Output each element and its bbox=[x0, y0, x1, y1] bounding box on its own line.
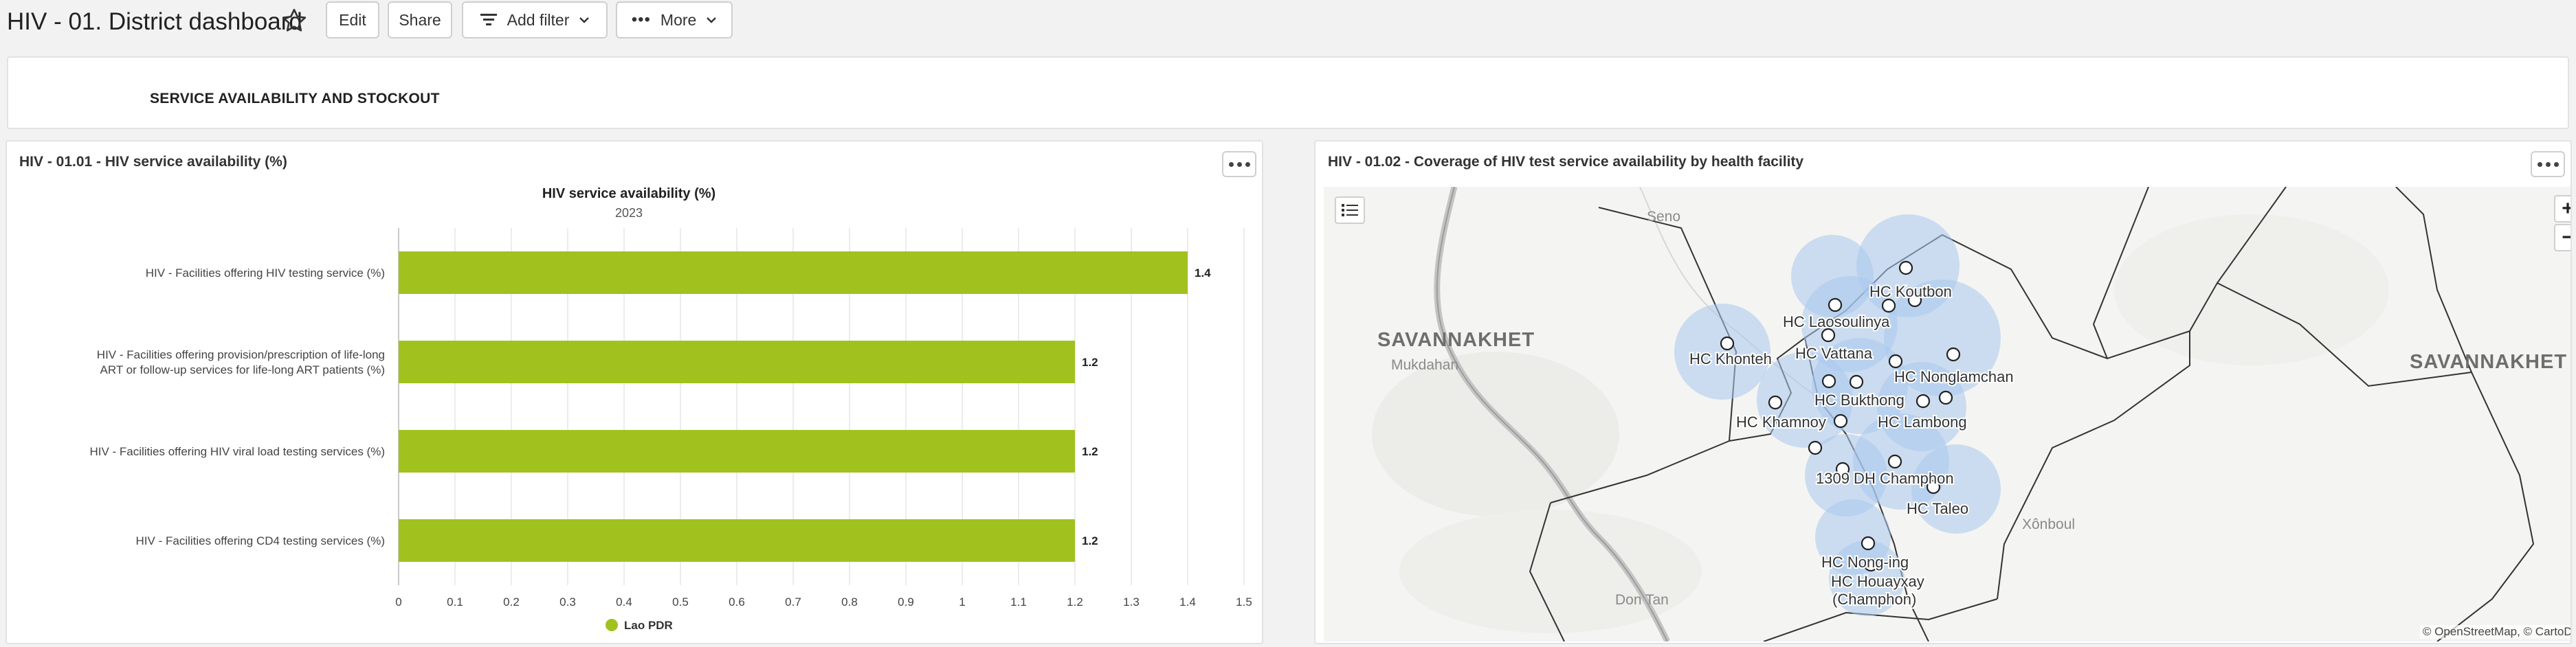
list-icon bbox=[1342, 204, 1358, 216]
svg-text:SAVANNAKHET: SAVANNAKHET bbox=[2410, 351, 2567, 373]
svg-text:(Champhon): (Champhon) bbox=[1832, 591, 1916, 608]
svg-text:Mukdahan: Mukdahan bbox=[1391, 357, 1458, 373]
svg-text:SAVANNAKHET: SAVANNAKHET bbox=[1377, 329, 1535, 351]
more-dots-icon: ••• bbox=[631, 10, 651, 29]
zoom-out-button[interactable]: − bbox=[2554, 224, 2571, 251]
bar bbox=[399, 251, 1188, 294]
add-filter-label: Add filter bbox=[507, 10, 570, 29]
filter-icon bbox=[480, 14, 497, 25]
bar-value-label: 1.2 bbox=[1082, 534, 1098, 547]
chart-card: HIV - 01.01 - HIV service availability (… bbox=[5, 140, 1263, 644]
x-tick-label: 1.2 bbox=[1067, 595, 1083, 609]
chevron-down-icon bbox=[579, 17, 590, 23]
x-tick-label: 0.2 bbox=[503, 595, 520, 609]
x-tick-label: 1.5 bbox=[1236, 595, 1252, 609]
category-label: HIV - Facilities offering HIV viral load… bbox=[89, 445, 385, 458]
svg-text:HC Houayxay: HC Houayxay bbox=[1831, 573, 1924, 590]
category-label: HIV - Facilities offering HIV testing se… bbox=[146, 266, 385, 280]
more-label: More bbox=[660, 10, 697, 29]
svg-text:HC Khonteh: HC Khonteh bbox=[1689, 350, 1772, 367]
bar bbox=[399, 430, 1075, 473]
svg-text:Seno: Seno bbox=[1647, 209, 1680, 225]
svg-text:Don Tan: Don Tan bbox=[1615, 592, 1669, 608]
x-tick-label: 0.3 bbox=[559, 595, 576, 609]
bar bbox=[399, 341, 1075, 383]
edit-button-label: Edit bbox=[339, 10, 366, 29]
map-legend-button[interactable] bbox=[1335, 196, 1365, 224]
x-tick-label: 1.3 bbox=[1123, 595, 1140, 609]
x-tick-label: 1.1 bbox=[1010, 595, 1027, 609]
share-button[interactable]: Share bbox=[388, 1, 452, 38]
legend-swatch bbox=[606, 619, 618, 631]
legend-label: Lao PDR bbox=[624, 619, 673, 632]
bar-value-label: 1.4 bbox=[1195, 266, 1211, 280]
x-tick-label: 1.4 bbox=[1179, 595, 1196, 609]
svg-text:HC Lambong: HC Lambong bbox=[1878, 413, 1967, 431]
add-filter-button[interactable]: Add filter bbox=[462, 1, 608, 38]
map-background: SAVANNAKHET SAVANNAKHET Mukdahan Seno Xô… bbox=[1372, 187, 2567, 642]
chevron-down-icon bbox=[707, 17, 717, 23]
map-attribution[interactable]: © OpenStreetMap, © CartoDB bbox=[2419, 625, 2571, 639]
zoom-out-icon: − bbox=[2562, 226, 2571, 249]
map-card: HIV - 01.02 - Coverage of HIV test servi… bbox=[1314, 140, 2572, 644]
x-tick-label: 0.8 bbox=[841, 595, 858, 609]
more-button[interactable]: ••• More bbox=[616, 1, 733, 38]
chart-title: HIV service availability (%) bbox=[542, 186, 715, 201]
svg-text:HC Taleo: HC Taleo bbox=[1907, 500, 1968, 517]
svg-text:HC Nonglamchan: HC Nonglamchan bbox=[1894, 368, 2014, 385]
map-card-title: HIV - 01.02 - Coverage of HIV test servi… bbox=[1328, 154, 1804, 170]
svg-text:HC Bukthong: HC Bukthong bbox=[1814, 391, 1905, 409]
bar-value-label: 1.2 bbox=[1082, 356, 1098, 369]
x-tick-label: 0.6 bbox=[729, 595, 745, 609]
star-icon[interactable] bbox=[280, 7, 308, 34]
x-tick-label: 0.9 bbox=[898, 595, 914, 609]
svg-text:1309 DH Champhon: 1309 DH Champhon bbox=[1816, 470, 1954, 487]
svg-text:HC Koutbon: HC Koutbon bbox=[1869, 283, 1952, 300]
svg-text:HC Laosoulinya: HC Laosoulinya bbox=[1783, 313, 1890, 330]
svg-text:Xônboul: Xônboul bbox=[2022, 517, 2075, 532]
svg-text:HC Vattana: HC Vattana bbox=[1795, 345, 1873, 362]
svg-text:HC Khamnoy: HC Khamnoy bbox=[1736, 413, 1826, 431]
section-title: SERVICE AVAILABILITY AND STOCKOUT bbox=[150, 91, 440, 106]
zoom-in-icon: + bbox=[2562, 197, 2571, 220]
map-canvas[interactable]: SAVANNAKHET SAVANNAKHET Mukdahan Seno Xô… bbox=[1324, 187, 2571, 642]
edit-button[interactable]: Edit bbox=[326, 1, 379, 38]
x-tick-label: 0 bbox=[395, 595, 401, 609]
x-tick-label: 0.1 bbox=[447, 595, 463, 609]
x-tick-label: 1 bbox=[959, 595, 965, 609]
bar-chart: HIV service availability (%) 2023 0 0.1 0.2 0… bbox=[89, 186, 1252, 632]
x-tick-label: 0.5 bbox=[672, 595, 689, 609]
share-button-label: Share bbox=[399, 10, 441, 29]
svg-text:HC Nong-ing: HC Nong-ing bbox=[1821, 554, 1909, 571]
zoom-in-button[interactable]: + bbox=[2554, 195, 2571, 223]
chart-subtitle: 2023 bbox=[615, 206, 643, 220]
bar bbox=[399, 519, 1075, 562]
dashboard-header: HIV - 01. District dashboard Edit Share … bbox=[0, 0, 2576, 45]
category-label: HIV - Facilities offering CD4 testing se… bbox=[136, 534, 385, 547]
x-tick-label: 0.4 bbox=[616, 595, 632, 609]
section-header-card: SERVICE AVAILABILITY AND STOCKOUT bbox=[7, 56, 2569, 129]
x-tick-label: 0.7 bbox=[785, 595, 801, 609]
category-label: HIV - Facilities offering provision/pres… bbox=[97, 348, 385, 376]
bar-value-label: 1.2 bbox=[1082, 445, 1098, 458]
map-menu-button[interactable] bbox=[2531, 151, 2565, 177]
dashboard-title: HIV - 01. District dashboard bbox=[7, 8, 302, 35]
